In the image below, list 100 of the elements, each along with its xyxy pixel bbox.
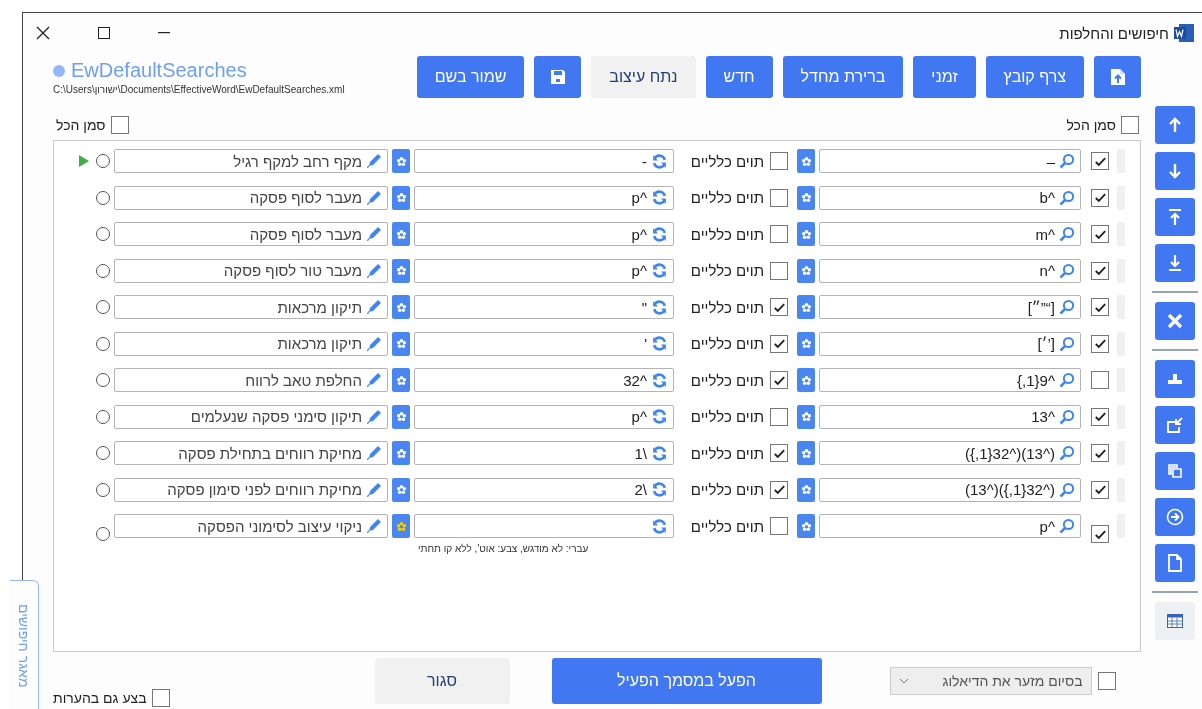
- replace-field[interactable]: -: [414, 149, 674, 173]
- wildcards-checkbox[interactable]: [770, 298, 788, 316]
- format-button[interactable]: [797, 185, 815, 210]
- enable-checkbox[interactable]: [1091, 152, 1109, 170]
- radio-button[interactable]: [96, 409, 110, 424]
- replace-field[interactable]: \2: [414, 477, 674, 502]
- description-field[interactable]: תיקון מרכאות: [114, 331, 388, 356]
- enable-checkbox[interactable]: [1091, 407, 1109, 426]
- format-button[interactable]: [392, 514, 410, 538]
- close-icon[interactable]: [36, 26, 50, 40]
- format-button[interactable]: [797, 331, 815, 356]
- format-button[interactable]: [392, 258, 410, 283]
- find-field[interactable]: ^9{1,}: [819, 368, 1081, 392]
- replace-field[interactable]: \1: [414, 441, 674, 465]
- maximize-icon[interactable]: [98, 27, 110, 39]
- format-button[interactable]: [392, 222, 410, 246]
- find-field[interactable]: ^n: [819, 258, 1081, 283]
- side-button[interactable]: [1155, 244, 1195, 282]
- replace-field[interactable]: ^p: [414, 258, 674, 283]
- toolbar-button[interactable]: ברירת מחדל: [782, 56, 904, 98]
- replace-field[interactable]: ^p: [414, 222, 674, 246]
- side-button[interactable]: [1155, 152, 1195, 190]
- toolbar-button[interactable]: זמני: [913, 56, 976, 98]
- wildcards-checkbox[interactable]: [770, 371, 788, 389]
- radio-button[interactable]: [96, 190, 110, 205]
- find-field[interactable]: (^32{1,})(^13): [819, 477, 1081, 502]
- table-button[interactable]: [1155, 602, 1195, 640]
- run-button[interactable]: הפעל במסמך הפעיל: [551, 657, 822, 704]
- format-button[interactable]: [797, 404, 815, 429]
- format-button[interactable]: [392, 331, 410, 356]
- description-field[interactable]: מעבר טור לסוף פסקה: [114, 258, 388, 283]
- enable-checkbox[interactable]: [1091, 371, 1109, 389]
- format-button[interactable]: [797, 441, 815, 465]
- find-field[interactable]: –: [819, 149, 1081, 173]
- side-button[interactable]: [1155, 198, 1195, 236]
- minimize-icon[interactable]: [158, 32, 170, 34]
- wildcards-checkbox[interactable]: [770, 188, 788, 207]
- format-button[interactable]: [797, 149, 815, 173]
- replace-field[interactable]: ": [414, 295, 674, 319]
- radio-button[interactable]: [96, 227, 110, 241]
- format-button[interactable]: [392, 368, 410, 392]
- replace-field[interactable]: ^32: [414, 368, 674, 392]
- enable-checkbox[interactable]: [1091, 480, 1109, 499]
- wildcards-checkbox[interactable]: [770, 444, 788, 462]
- description-field[interactable]: מעבר לסוף פסקה: [114, 222, 388, 246]
- radio-button[interactable]: [96, 527, 110, 541]
- description-field[interactable]: מקף רחב למקף רגיל: [114, 149, 388, 173]
- enable-checkbox[interactable]: [1091, 261, 1109, 280]
- wildcards-checkbox[interactable]: [770, 517, 788, 535]
- close-button[interactable]: סגור: [374, 657, 510, 704]
- enable-checkbox[interactable]: [1091, 525, 1109, 543]
- description-field[interactable]: ניקוי עיצוב לסימוני הפסקה: [114, 514, 388, 538]
- format-button[interactable]: [797, 258, 815, 283]
- format-button[interactable]: [797, 368, 815, 392]
- description-field[interactable]: תיקון סימני פסקה שנעלמים: [114, 404, 388, 429]
- radio-button[interactable]: [96, 300, 110, 314]
- toolbar-button[interactable]: צרף קובץ: [985, 56, 1084, 98]
- comments-checkbox[interactable]: [151, 689, 170, 707]
- radio-button[interactable]: [96, 154, 110, 168]
- replace-field[interactable]: ': [414, 331, 674, 356]
- format-button[interactable]: [392, 149, 410, 173]
- save-button[interactable]: [534, 56, 582, 98]
- side-button[interactable]: [1155, 406, 1195, 444]
- find-field[interactable]: ^b: [819, 185, 1081, 210]
- side-button[interactable]: [1155, 498, 1195, 536]
- description-field[interactable]: מחיקת רווחים לפני סימון פסקה: [114, 477, 388, 502]
- format-button[interactable]: [392, 295, 410, 319]
- enable-checkbox[interactable]: [1091, 298, 1109, 316]
- wildcards-checkbox[interactable]: [770, 152, 788, 170]
- enable-checkbox[interactable]: [1091, 334, 1109, 353]
- side-button[interactable]: [1155, 302, 1195, 340]
- format-button[interactable]: [392, 477, 410, 502]
- side-button[interactable]: [1155, 544, 1195, 582]
- toolbar-button[interactable]: נתח עיצוב: [591, 56, 696, 98]
- wildcards-checkbox[interactable]: [770, 334, 788, 353]
- side-button[interactable]: [1155, 360, 1195, 398]
- format-button[interactable]: [797, 295, 815, 319]
- format-button[interactable]: [797, 222, 815, 246]
- select-all-checkbox[interactable]: [1121, 116, 1139, 134]
- wildcards-checkbox[interactable]: [770, 261, 788, 280]
- find-field[interactable]: ^m: [819, 222, 1081, 246]
- radio-button[interactable]: [96, 336, 110, 351]
- description-field[interactable]: החלפת טאב לרווח: [114, 368, 388, 392]
- toolbar-button[interactable]: שמור בשם: [416, 56, 525, 98]
- format-button[interactable]: [797, 514, 815, 538]
- wildcards-checkbox[interactable]: [770, 480, 788, 499]
- format-button[interactable]: [797, 477, 815, 502]
- side-button[interactable]: [1155, 106, 1195, 144]
- radio-button[interactable]: [96, 263, 110, 278]
- radio-button[interactable]: [96, 482, 110, 497]
- format-button[interactable]: [392, 404, 410, 429]
- find-field[interactable]: [’׳]: [819, 331, 1081, 356]
- replace-field[interactable]: ^p: [414, 185, 674, 210]
- find-field[interactable]: (^13)(^32{1,}): [819, 441, 1081, 465]
- description-field[interactable]: מחיקת רווחים בתחילת פסקה: [114, 441, 388, 465]
- radio-button[interactable]: [96, 446, 110, 460]
- wildcards-checkbox[interactable]: [770, 407, 788, 426]
- wildcards-checkbox[interactable]: [770, 225, 788, 243]
- side-button[interactable]: [1155, 452, 1195, 490]
- replace-field[interactable]: [414, 514, 674, 538]
